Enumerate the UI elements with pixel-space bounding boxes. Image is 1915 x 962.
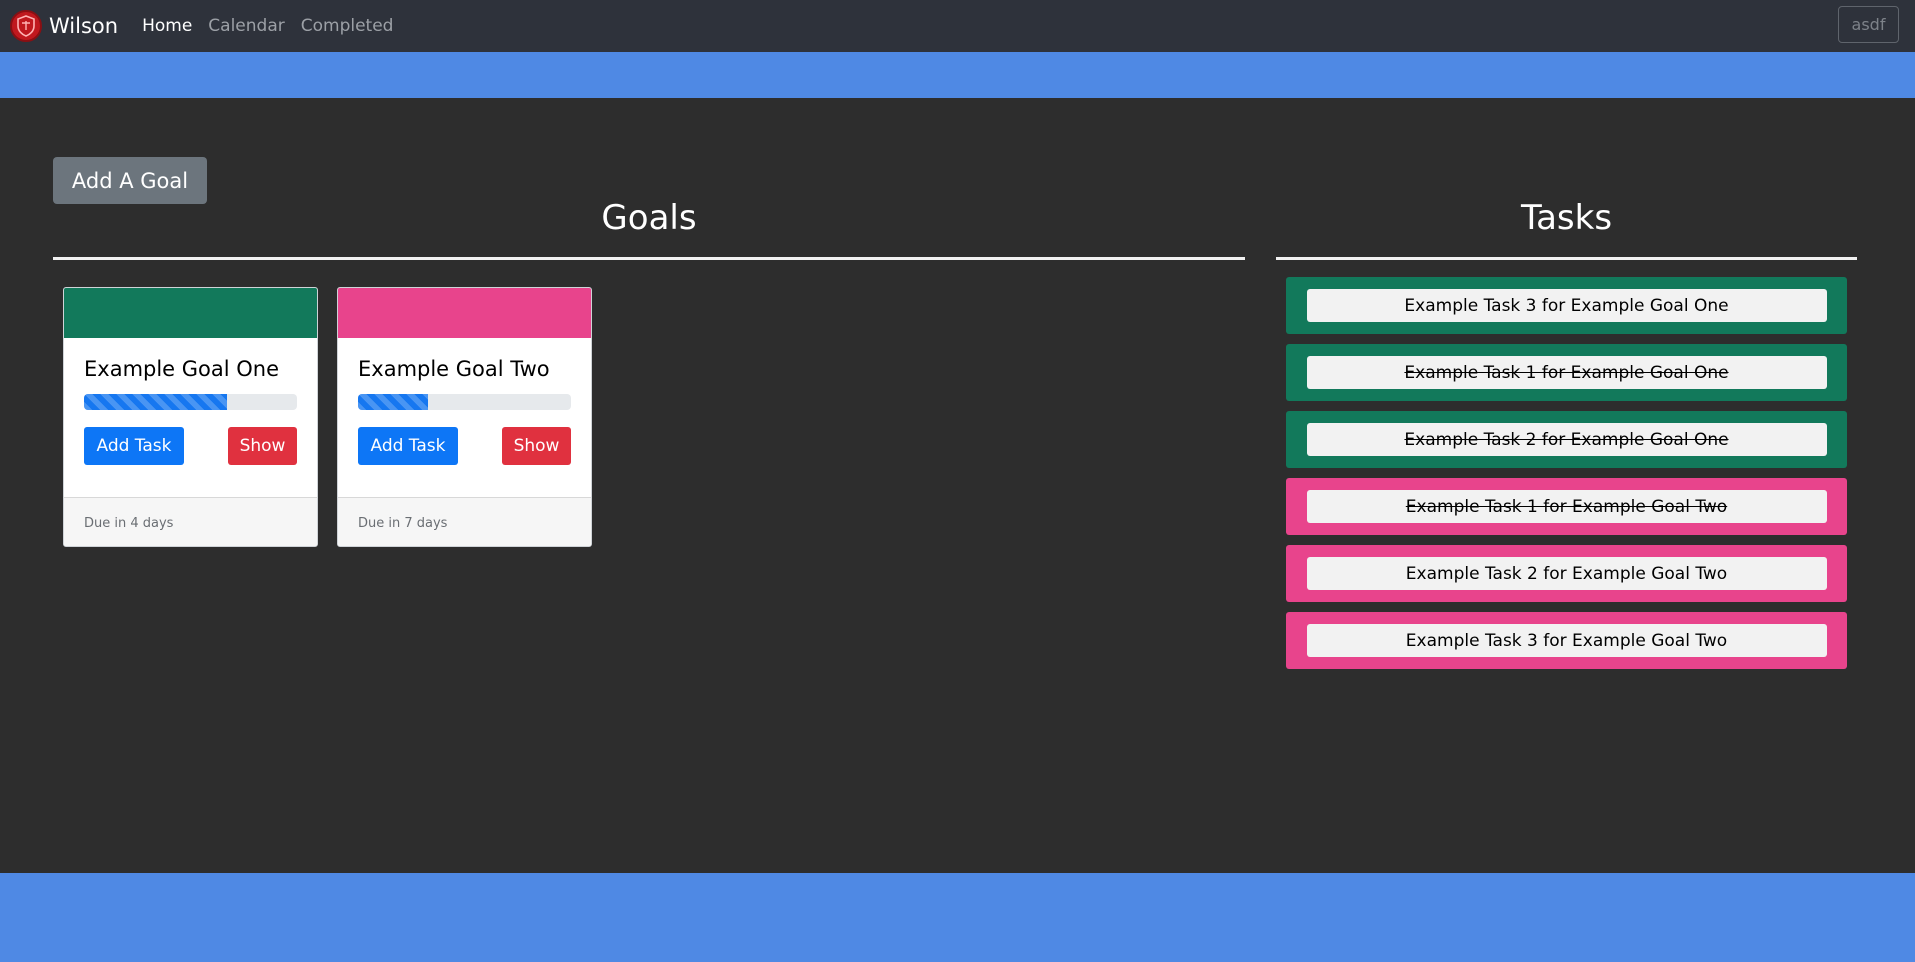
goal-progress-bar xyxy=(358,394,571,410)
header-banner xyxy=(0,52,1915,98)
task-label[interactable]: Example Task 3 for Example Goal One xyxy=(1306,289,1827,322)
task-list: Example Task 3 for Example Goal One Exam… xyxy=(1286,277,1847,679)
show-goal-button[interactable]: Show xyxy=(502,427,571,465)
task-label[interactable]: Example Task 2 for Example Goal One xyxy=(1306,423,1827,456)
task-label[interactable]: Example Task 3 for Example Goal Two xyxy=(1306,624,1827,657)
top-navbar: Wilson Home Calendar Completed asdf xyxy=(0,0,1915,52)
shield-crest-icon xyxy=(10,10,42,42)
goal-progress-fill xyxy=(84,394,227,410)
task-item: Example Task 3 for Example Goal Two xyxy=(1286,612,1847,669)
goal-title: Example Goal One xyxy=(84,357,280,381)
task-item: Example Task 2 for Example Goal One xyxy=(1286,411,1847,468)
footer-banner xyxy=(0,873,1915,962)
nav-link-calendar[interactable]: Calendar xyxy=(208,16,284,36)
goal-progress-fill xyxy=(358,394,429,410)
task-item: Example Task 1 for Example Goal One xyxy=(1286,344,1847,401)
task-item: Example Task 3 for Example Goal One xyxy=(1286,277,1847,334)
add-goal-button[interactable]: Add A Goal xyxy=(53,157,207,204)
nav-link-completed[interactable]: Completed xyxy=(301,16,394,36)
goals-divider xyxy=(53,257,1245,260)
goal-card: Example Goal One Add Task Show Due in 4 … xyxy=(63,287,318,547)
goal-progress-bar xyxy=(84,394,297,410)
nav-links: Home Calendar Completed xyxy=(142,16,409,36)
goals-heading: Goals xyxy=(601,198,697,238)
add-task-button[interactable]: Add Task xyxy=(358,427,458,465)
goal-title: Example Goal Two xyxy=(358,357,550,381)
task-item: Example Task 1 for Example Goal Two xyxy=(1286,478,1847,535)
tasks-heading: Tasks xyxy=(1520,198,1613,238)
task-label[interactable]: Example Task 2 for Example Goal Two xyxy=(1306,557,1827,590)
brand-name: Wilson xyxy=(49,14,119,38)
goal-card: Example Goal Two Add Task Show Due in 7 … xyxy=(337,287,592,547)
nav-link-home[interactable]: Home xyxy=(142,16,192,36)
goal-due-text: Due in 4 days xyxy=(64,497,317,546)
user-button[interactable]: asdf xyxy=(1838,6,1899,43)
task-item: Example Task 2 for Example Goal Two xyxy=(1286,545,1847,602)
tasks-divider xyxy=(1276,257,1857,260)
goal-color-header xyxy=(64,288,317,338)
add-task-button[interactable]: Add Task xyxy=(84,427,184,465)
goal-color-header xyxy=(338,288,591,338)
goal-due-text: Due in 7 days xyxy=(338,497,591,546)
task-label[interactable]: Example Task 1 for Example Goal Two xyxy=(1306,490,1827,523)
brand-link[interactable]: Wilson xyxy=(10,0,118,52)
show-goal-button[interactable]: Show xyxy=(228,427,297,465)
task-label[interactable]: Example Task 1 for Example Goal One xyxy=(1306,356,1827,389)
